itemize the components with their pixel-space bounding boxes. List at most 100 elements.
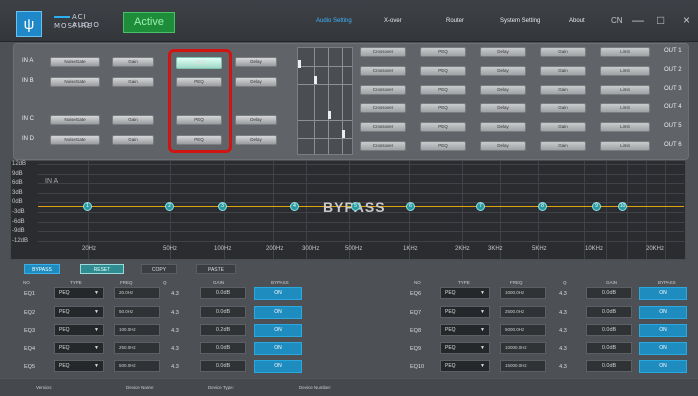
eq-node-6[interactable]: 6 [406,202,415,211]
freq-input[interactable]: 15000.0Hz [500,360,546,372]
eq-type-select[interactable]: PEQ ▼ [54,287,104,299]
copy-button[interactable]: COPY [141,264,177,274]
maximize-button[interactable]: □ [657,13,664,27]
eq-type-select[interactable]: PEQ ▼ [440,342,490,354]
q-value[interactable]: 4.3 [553,310,573,316]
gain-input[interactable]: 0.0dB [200,306,246,318]
eq-node-3[interactable]: 3 [218,202,227,211]
eq-type-select[interactable]: PEQ ▼ [54,324,104,336]
freq-input[interactable]: 100.0Hz [114,324,160,336]
freq-input[interactable]: 5000.0Hz [500,324,546,336]
q-value[interactable]: 4.3 [165,310,185,316]
nav-audio-setting[interactable]: Audio Setting [316,18,352,24]
q-value[interactable]: 4.3 [165,291,185,297]
freq-input[interactable]: 50.0Hz [114,306,160,318]
gain-button[interactable]: Gain [540,103,586,113]
close-button[interactable]: × [683,13,690,27]
peq-button[interactable]: PEQ [420,122,466,132]
eq-type-select[interactable]: PEQ ▼ [54,360,104,372]
bypass-on-button[interactable]: ON [254,324,302,337]
minimize-button[interactable]: — [632,13,644,27]
bypass-on-button[interactable]: ON [639,324,687,337]
bypass-on-button[interactable]: ON [254,360,302,373]
crossover-button[interactable]: Crossover [360,141,406,151]
bypass-on-button[interactable]: ON [254,342,302,355]
bypass-on-button[interactable]: ON [639,306,687,319]
bypass-button[interactable]: BYPASS [24,264,60,274]
crossover-button[interactable]: Crossover [360,103,406,113]
delay-button[interactable]: Delay [480,47,526,57]
eq-node-7[interactable]: 7 [476,202,485,211]
gain-input[interactable]: 0.0dB [586,287,632,299]
reset-button[interactable]: RESET [80,264,124,274]
peq-button[interactable]: PEQ [420,103,466,113]
gain-button[interactable]: Gain [540,66,586,76]
nav-xover[interactable]: X-over [384,18,402,24]
q-value[interactable]: 4.3 [553,291,573,297]
active-status-button[interactable]: Active [123,12,175,33]
eq-node-2[interactable]: 2 [165,202,174,211]
eq-node-10[interactable]: 10 [618,202,627,211]
nav-system-setting[interactable]: System Setting [500,18,540,24]
crossover-button[interactable]: Crossover [360,47,406,57]
gain-button[interactable]: Gain [540,47,586,57]
peq-button[interactable]: PEQ [420,66,466,76]
limit-button[interactable]: Limit [600,47,650,57]
delay-button[interactable]: Delay [480,85,526,95]
gain-button[interactable]: Gain [112,57,154,67]
eq-node-5[interactable]: 5 [351,202,360,211]
q-value[interactable]: 4.3 [553,346,573,352]
crossover-button[interactable]: Crossover [360,122,406,132]
delay-button[interactable]: Delay [235,57,277,67]
delay-button[interactable]: Delay [235,77,277,87]
bypass-on-button[interactable]: ON [254,287,302,300]
language-button[interactable]: CN [611,16,623,25]
eq-type-select[interactable]: PEQ ▼ [440,287,490,299]
gain-input[interactable]: 0.0dB [200,342,246,354]
noisegate-button[interactable]: NoiseGate [50,77,100,87]
gain-input[interactable]: 0.0dB [200,360,246,372]
delay-button[interactable]: Delay [480,141,526,151]
freq-input[interactable]: 20.0Hz [114,287,160,299]
gain-input[interactable]: 0.0dB [200,287,246,299]
eq-node-1[interactable]: 1 [83,202,92,211]
eq-node-4[interactable]: 4 [290,202,299,211]
q-value[interactable]: 4.3 [165,346,185,352]
gain-button[interactable]: Gain [112,77,154,87]
routing-matrix[interactable] [297,47,353,155]
gain-button[interactable]: Gain [112,135,154,145]
eq-type-select[interactable]: PEQ ▼ [440,324,490,336]
gain-input[interactable]: 0.0dB [586,324,632,336]
eq-type-select[interactable]: PEQ ▼ [54,342,104,354]
bypass-on-button[interactable]: ON [639,360,687,373]
limit-button[interactable]: Limit [600,141,650,151]
limit-button[interactable]: Limit [600,85,650,95]
q-value[interactable]: 4.3 [165,328,185,334]
eq-type-select[interactable]: PEQ ▼ [54,306,104,318]
crossover-button[interactable]: Crossover [360,66,406,76]
eq-type-select[interactable]: PEQ ▼ [440,306,490,318]
noisegate-button[interactable]: NoiseGate [50,115,100,125]
gain-input[interactable]: 0.0dB [586,306,632,318]
bypass-on-button[interactable]: ON [254,306,302,319]
freq-input[interactable]: 500.0Hz [114,360,160,372]
delay-button[interactable]: Delay [235,135,277,145]
noisegate-button[interactable]: NoiseGate [50,57,100,67]
delay-button[interactable]: Delay [480,103,526,113]
freq-input[interactable]: 1000.0Hz [500,287,546,299]
nav-about[interactable]: About [569,18,585,24]
gain-button[interactable]: Gain [540,85,586,95]
q-value[interactable]: 4.3 [553,328,573,334]
peq-button[interactable]: PEQ [420,85,466,95]
q-value[interactable]: 4.3 [553,364,573,370]
eq-type-select[interactable]: PEQ ▼ [440,360,490,372]
freq-input[interactable]: 2500.0Hz [500,306,546,318]
crossover-button[interactable]: Crossover [360,85,406,95]
peq-button[interactable]: PEQ [420,47,466,57]
gain-button[interactable]: Gain [112,115,154,125]
paste-button[interactable]: PASTE [196,264,236,274]
delay-button[interactable]: Delay [480,122,526,132]
freq-input[interactable]: 10000.0Hz [500,342,546,354]
delay-button[interactable]: Delay [480,66,526,76]
gain-button[interactable]: Gain [540,141,586,151]
